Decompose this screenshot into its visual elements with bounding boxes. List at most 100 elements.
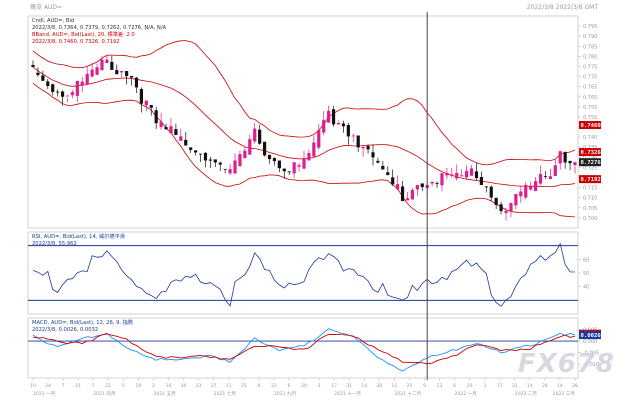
candle-body: [258, 129, 262, 144]
candle-body: [297, 165, 301, 167]
x-tick-label: 3: [483, 383, 486, 389]
x-month-label: 2021 一月: [33, 391, 55, 397]
candle-body: [533, 181, 538, 192]
x-month-label: 2021 四月: [93, 391, 115, 397]
y-tick-label: 0.750: [583, 115, 597, 121]
candle-body: [514, 194, 518, 206]
candle-body: [455, 172, 459, 179]
y-tick-label: 0.765: [583, 85, 597, 91]
candle-body: [322, 120, 326, 133]
y-tick-label: 0.780: [583, 54, 597, 60]
candle-body: [70, 92, 75, 96]
toolbar-right-text: 2022/3/8 2022/3/8 GMT: [527, 4, 599, 11]
candle-body: [292, 162, 296, 174]
x-tick-label: 8: [257, 383, 260, 389]
toolbar-left-text: 概览 AUD=: [30, 3, 62, 11]
legend-line: 2022/3/8, 0.0026, 0.0032: [32, 327, 98, 333]
candle-body: [184, 139, 188, 146]
candle-body: [189, 147, 193, 150]
candle-body: [386, 172, 390, 175]
candle-body: [208, 159, 212, 161]
candle-body: [331, 109, 336, 125]
candle-body: [267, 154, 272, 160]
candle-body: [120, 71, 124, 73]
value-flag-label: 0.0026: [581, 333, 602, 339]
candle-body: [302, 158, 306, 169]
candle-body: [159, 121, 163, 127]
x-tick-label: 31: [512, 383, 518, 389]
candle-body: [31, 64, 35, 68]
candle-body: [415, 184, 419, 190]
x-tick-label: 20: [467, 383, 473, 389]
candle-body: [169, 126, 173, 134]
candle-body: [573, 162, 577, 166]
candle-body: [504, 210, 508, 214]
y-tick-label: 40: [583, 285, 589, 291]
x-tick-label: 24: [45, 383, 51, 389]
x-tick-label: 6: [453, 383, 456, 389]
candle-body: [95, 67, 99, 75]
candle-body: [479, 177, 483, 186]
candle-body: [351, 135, 355, 137]
candle-body: [125, 71, 129, 77]
candle-body: [440, 173, 444, 186]
candle-body: [139, 89, 143, 104]
y-tick-label: 0.705: [583, 206, 597, 212]
candle-body: [233, 160, 237, 174]
y-tick-label: 0.795: [583, 24, 597, 30]
candle-body: [435, 182, 439, 184]
candle-body: [420, 183, 424, 188]
legend-line: Cndl, AUD=, Bid: [32, 18, 74, 24]
x-month-label: 2021 五月: [153, 391, 175, 397]
candle-body: [174, 129, 178, 135]
candle-body: [198, 153, 203, 155]
candle-body: [90, 69, 94, 77]
candle-body: [51, 84, 55, 92]
candle-body: [129, 75, 134, 78]
value-flag-label: 0.7276: [581, 160, 602, 166]
x-tick-label: 17: [497, 383, 503, 389]
price-panel[interactable]: [27, 15, 579, 229]
candle-body: [149, 104, 153, 108]
candle-body: [400, 186, 405, 202]
candle-body: [85, 73, 89, 85]
candle-body: [75, 80, 79, 96]
legend-line: 2022/3/8, 0.7364, 0.7379, 0.7262, 0.7276…: [32, 25, 166, 31]
x-tick-label: 11: [391, 383, 397, 389]
chart-window: 概览 AUD= 2022/3/8 2022/3/8 GMT 0.700 0.705…: [27, 3, 615, 397]
candle-body: [558, 151, 562, 164]
candle-body: [361, 146, 365, 149]
candle-body: [243, 150, 247, 159]
candle-body: [327, 110, 331, 123]
x-month-label: 2022 二月: [515, 391, 537, 397]
candle-body: [529, 186, 533, 190]
y-tick-label: 0.000: [583, 339, 597, 345]
x-tick-label: 16: [166, 383, 172, 389]
candle-body: [489, 186, 493, 198]
x-month-label: 2022 三月: [553, 391, 575, 397]
x-tick-label: 30: [181, 383, 187, 389]
x-tick-label: 5: [122, 383, 125, 389]
watermark-text: FX678: [518, 349, 615, 379]
y-tick-label: 0.715: [583, 186, 597, 192]
y-tick-label: 0.740: [583, 135, 597, 141]
x-tick-label: 22: [271, 383, 277, 389]
candle-body: [277, 160, 281, 169]
candle-body: [134, 77, 139, 88]
candle-body: [164, 127, 168, 130]
candle-body: [262, 141, 267, 156]
candle-body: [228, 169, 232, 174]
candle-body: [396, 184, 400, 190]
candle-body: [238, 154, 242, 167]
candle-body: [144, 100, 148, 106]
x-tick-label: 31: [346, 383, 352, 389]
candle-body: [56, 91, 60, 93]
x-month-label: 2021 七月: [214, 390, 236, 397]
candle-body: [538, 174, 543, 184]
candle-body: [41, 75, 45, 81]
x-month-label: 2021 十二月: [394, 390, 421, 397]
x-tick-label: 28: [542, 383, 548, 389]
x-tick-label: 7: [62, 383, 65, 389]
candle-body: [287, 171, 291, 173]
x-tick-label: 9: [423, 383, 426, 389]
